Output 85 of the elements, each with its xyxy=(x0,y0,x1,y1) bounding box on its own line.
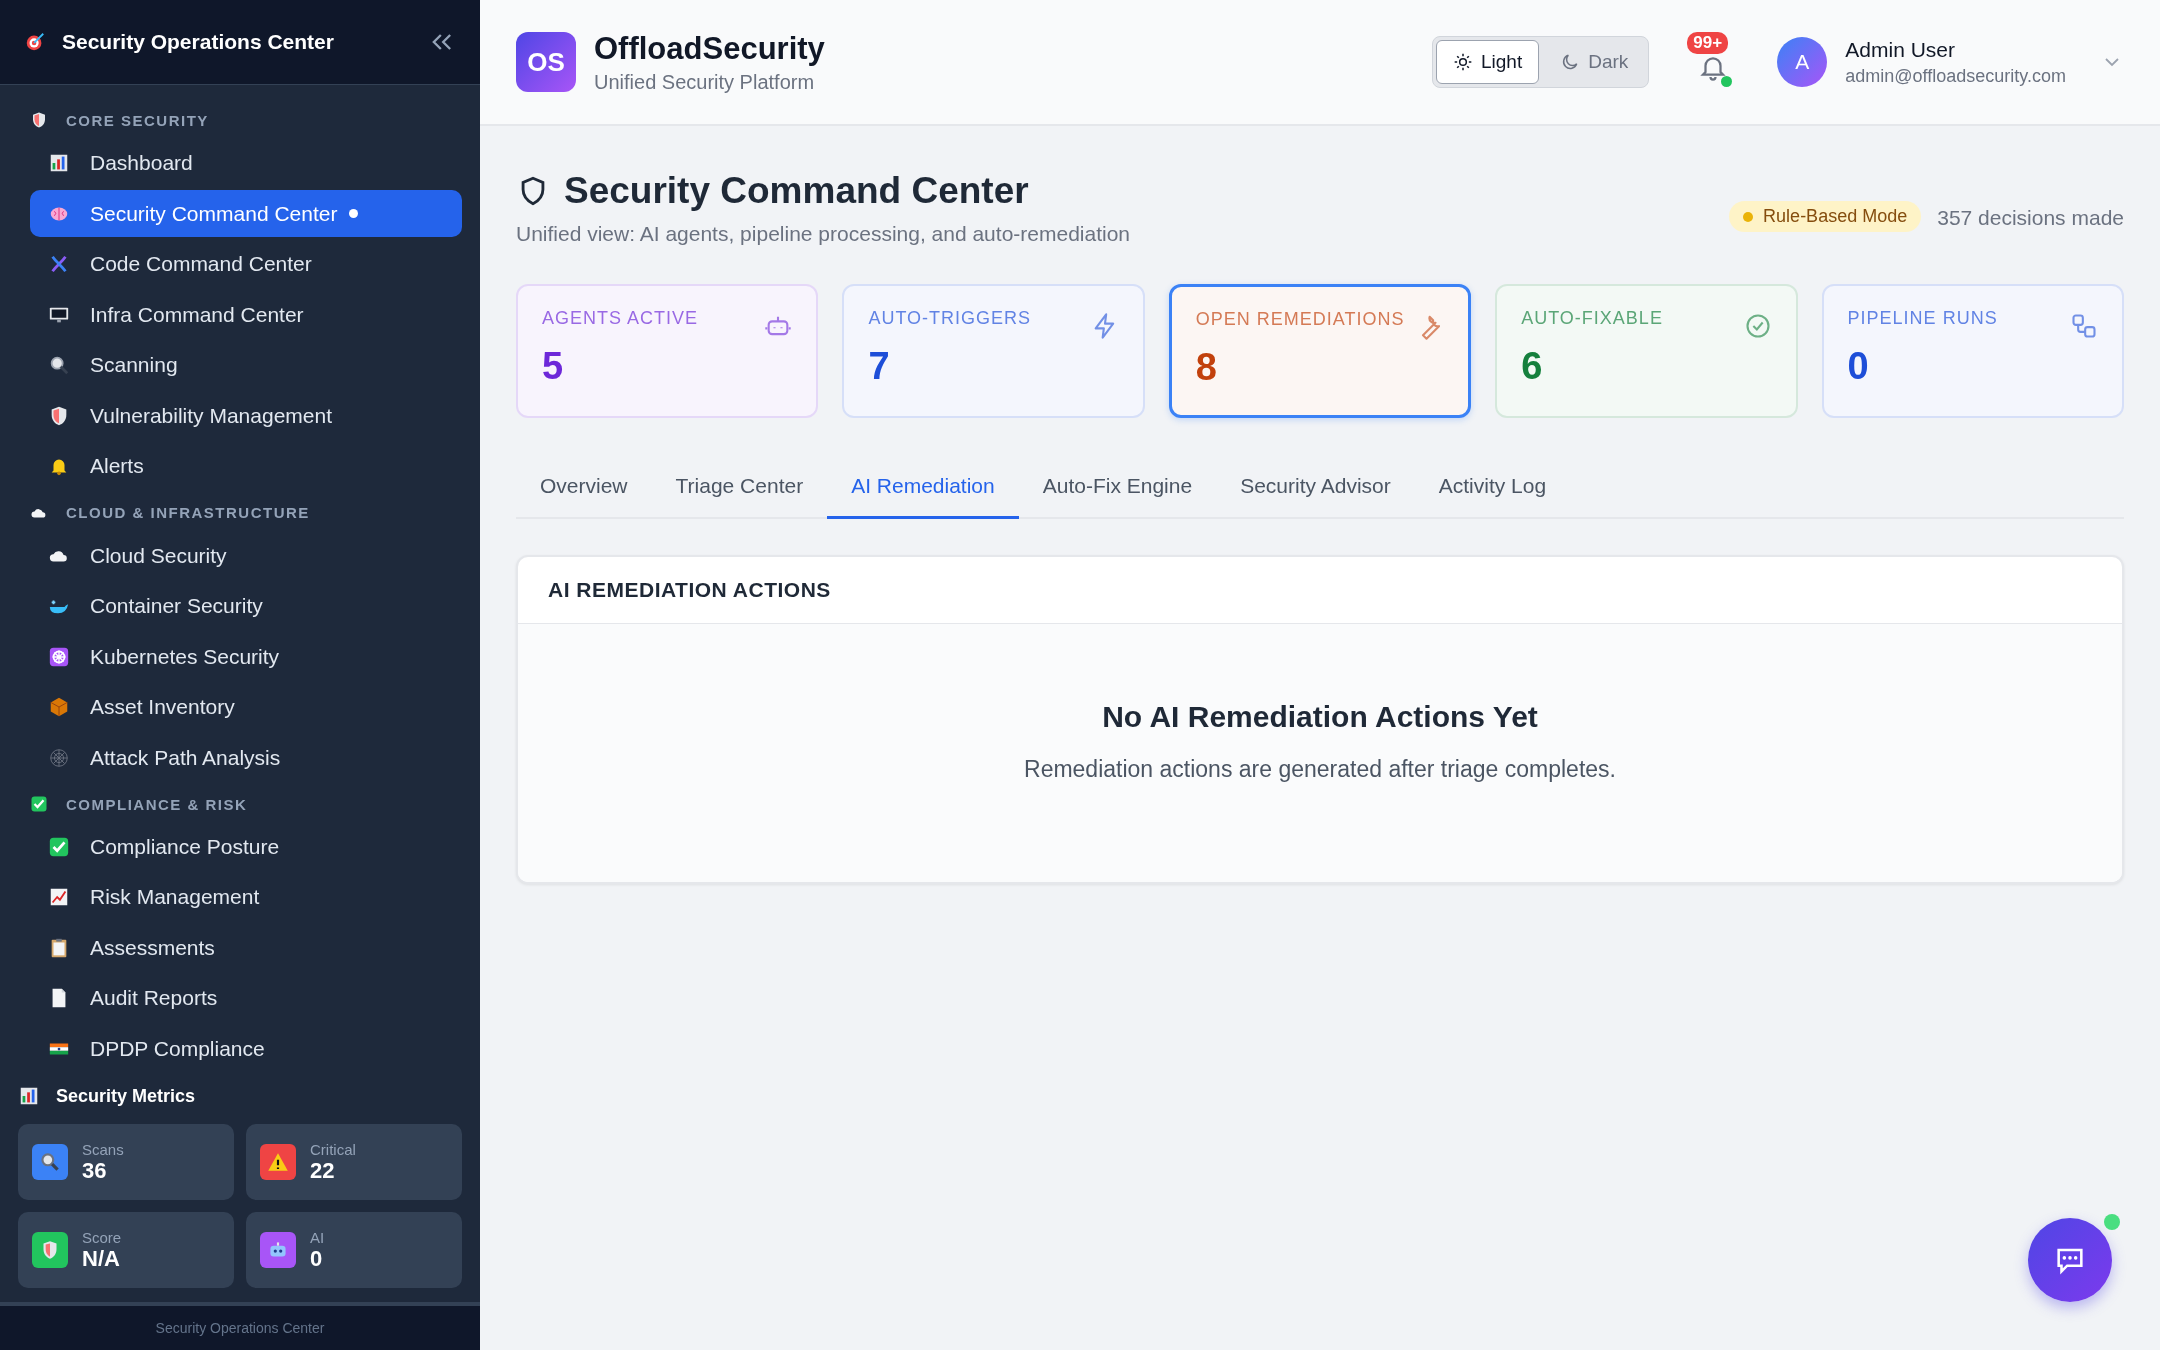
sidebar-item[interactable]: Risk Management xyxy=(30,874,462,921)
stat-value: 8 xyxy=(1195,346,1218,389)
mode-badge: Rule-Based Mode xyxy=(1729,201,1922,232)
bar-chart-icon xyxy=(18,1085,40,1107)
brand-name: OffloadSecurity xyxy=(594,30,825,67)
checkbox-icon xyxy=(30,795,48,814)
stat-card[interactable]: AUTO-TRIGGERS 7 xyxy=(842,284,1145,418)
sidebar-item[interactable]: DPDP Compliance xyxy=(30,1025,462,1073)
active-dot xyxy=(349,209,359,219)
section-label: COMPLIANCE & RISK xyxy=(66,795,248,813)
status-dot xyxy=(2104,1214,2120,1230)
sidebar-item[interactable]: Scanning xyxy=(30,341,462,389)
status-dot xyxy=(1721,76,1733,87)
metric-value: 0 xyxy=(310,1245,324,1272)
notification-badge: 99+ xyxy=(1687,32,1729,54)
theme-option[interactable]: Light xyxy=(1435,40,1540,84)
sidebar-item[interactable]: Security Command Center xyxy=(30,190,462,237)
panel-title: AI REMEDIATION ACTIONS xyxy=(548,578,831,602)
sidebar-item[interactable]: Audit Reports xyxy=(30,975,462,1022)
metric-value: 22 xyxy=(310,1157,336,1184)
section-label: CLOUD & INFRASTRUCTURE xyxy=(66,504,310,522)
stat-label: AUTO-TRIGGERS xyxy=(868,308,1032,329)
theme-option[interactable]: Dark xyxy=(1543,40,1646,84)
user-name: Admin User xyxy=(1845,37,1956,62)
target-icon xyxy=(24,31,46,53)
checkbox-icon xyxy=(48,835,70,858)
tab[interactable]: Overview xyxy=(516,458,652,519)
metric-label: Critical xyxy=(310,1140,356,1158)
stat-value: 0 xyxy=(1847,345,1870,388)
magnifier-icon xyxy=(48,354,70,377)
sidebar-item[interactable]: Compliance Posture xyxy=(30,823,462,871)
sidebar-item[interactable]: Infra Command Center xyxy=(30,291,462,338)
page-subtitle: Unified view: AI agents, pipeline processing, and auto-remediation xyxy=(516,222,1132,246)
metric-label: Score xyxy=(82,1228,122,1246)
wheel-icon xyxy=(48,645,70,668)
stat-card[interactable]: OPEN REMEDIATIONS 8 xyxy=(1168,284,1472,418)
metric-label: AI xyxy=(310,1228,325,1246)
tab[interactable]: Security Advisor xyxy=(1216,458,1415,519)
stat-label: AUTO-FIXABLE xyxy=(1521,308,1663,329)
sidebar-item[interactable]: Container Security xyxy=(30,582,462,630)
shield-icon xyxy=(30,111,48,130)
tab[interactable]: AI Remediation xyxy=(827,458,1019,519)
tab[interactable]: Auto-Fix Engine xyxy=(1018,458,1217,519)
metric-value: 36 xyxy=(82,1157,108,1184)
sidebar-item[interactable]: Code Command Center xyxy=(30,240,462,288)
section-label: CORE SECURITY xyxy=(66,111,209,129)
user-email: admin@offloadsecurity.com xyxy=(1845,65,2066,87)
check-circle-icon xyxy=(1743,312,1772,340)
sidebar-footer: Security Operations Center xyxy=(0,1306,480,1350)
tab[interactable]: Triage Center xyxy=(651,458,828,519)
web-icon xyxy=(48,746,70,769)
user-avatar[interactable]: A xyxy=(1777,37,1828,87)
chat-button[interactable] xyxy=(2028,1218,2112,1302)
stat-label: AGENTS ACTIVE xyxy=(542,308,699,329)
stat-card[interactable]: PIPELINE RUNS 0 xyxy=(1821,284,2124,418)
stat-label: OPEN REMEDIATIONS xyxy=(1195,309,1405,330)
workflow-icon xyxy=(2070,312,2098,340)
sidebar-item[interactable]: Alerts xyxy=(30,442,462,490)
empty-state-text: Remediation actions are generated after triage completes. xyxy=(1024,756,1616,783)
sun-icon xyxy=(1452,52,1473,72)
sidebar-item[interactable]: Dashboard xyxy=(30,139,462,187)
page-title: Security Command Center xyxy=(564,170,1029,212)
stat-value: 5 xyxy=(542,345,565,388)
stat-value: 7 xyxy=(868,345,891,388)
stat-card[interactable]: AUTO-FIXABLE 6 xyxy=(1495,284,1798,418)
tab[interactable]: Activity Log xyxy=(1414,458,1571,519)
sidebar-item[interactable]: Assessments xyxy=(30,924,462,972)
logo: OS xyxy=(516,32,576,92)
metric-label: Scans xyxy=(82,1140,124,1158)
package-icon xyxy=(48,696,70,718)
sidebar-item[interactable]: Kubernetes Security xyxy=(30,633,462,680)
stat-value: 6 xyxy=(1521,345,1544,388)
stat-label: PIPELINE RUNS xyxy=(1847,308,1998,329)
sidebar-item[interactable]: Asset Inventory xyxy=(30,683,462,731)
decisions-count: 357 decisions made xyxy=(1937,206,2124,230)
empty-state-title: No AI Remediation Actions Yet xyxy=(1102,700,1538,734)
brand-tagline: Unified Security Platform xyxy=(594,70,816,94)
stat-card[interactable]: AGENTS ACTIVE 5 xyxy=(516,284,819,418)
sidebar-title: Security Operations Center xyxy=(62,30,335,54)
metric-value: N/A xyxy=(82,1245,121,1272)
sidebar-item[interactable]: Attack Path Analysis xyxy=(30,734,462,781)
sidebar-item[interactable]: Cloud Security xyxy=(30,532,462,579)
notification-button[interactable]: 99+ xyxy=(1687,32,1740,92)
metrics-title: Security Metrics xyxy=(56,1085,196,1107)
sidebar-item[interactable]: Vulnerability Management xyxy=(30,392,462,439)
